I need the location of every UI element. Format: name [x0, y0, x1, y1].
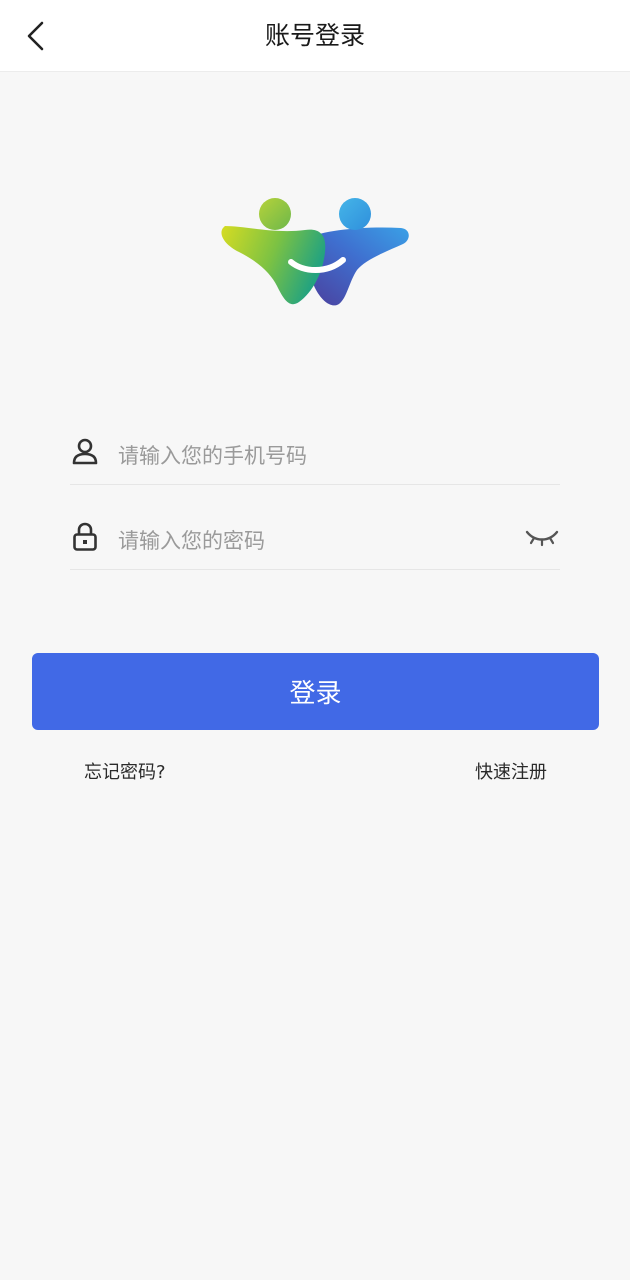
app-logo — [215, 190, 415, 315]
password-input[interactable] — [118, 518, 518, 564]
password-visibility-toggle[interactable] — [524, 522, 560, 552]
login-button[interactable]: 登录 — [32, 653, 599, 730]
lock-icon — [70, 522, 100, 552]
register-link[interactable]: 快速注册 — [475, 760, 547, 786]
user-icon — [70, 437, 100, 467]
page-title: 账号登录 — [264, 21, 365, 50]
phone-field — [70, 425, 560, 485]
eye-closed-icon — [525, 530, 559, 547]
phone-input[interactable] — [118, 433, 518, 479]
forgot-password-link[interactable]: 忘记密码? — [84, 760, 166, 786]
password-field — [70, 510, 560, 570]
app-header: 账号登录 — [0, 0, 630, 72]
logo-graphic — [221, 198, 409, 306]
